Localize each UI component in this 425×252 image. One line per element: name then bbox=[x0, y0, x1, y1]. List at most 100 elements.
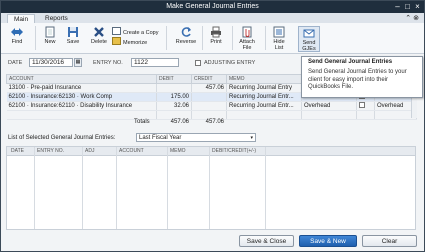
debit-cell[interactable] bbox=[156, 83, 192, 93]
memo-cell[interactable]: Recurring Journal Entr... bbox=[226, 92, 302, 102]
list-col-account[interactable]: ACCOUNT bbox=[119, 148, 144, 154]
memorize-icon bbox=[112, 37, 121, 45]
journal-entries-list: DATE ENTRY NO. ADJ ACCOUNT MEMO DEBIT/CR… bbox=[6, 146, 416, 230]
totals-label: Totals bbox=[134, 119, 150, 125]
delete-button[interactable]: Delete bbox=[88, 26, 110, 45]
close-tab-icon[interactable]: ⊗ bbox=[413, 15, 419, 22]
title-bar: Make General Journal Entries – □ × bbox=[1, 1, 424, 13]
send-envelope-icon bbox=[303, 29, 315, 38]
save-new-button[interactable]: Save & New bbox=[299, 235, 357, 247]
list-col-debit-credit[interactable]: DEBIT/CREDIT(+/-) bbox=[212, 148, 256, 154]
reverse-button[interactable]: Reverse bbox=[173, 26, 199, 45]
column-divider bbox=[209, 147, 210, 229]
send-gjes-button[interactable]: Send GJEs bbox=[298, 26, 320, 52]
column-divider bbox=[265, 147, 266, 229]
memo-cell[interactable]: Recurring Journal Entr... bbox=[226, 101, 302, 111]
save-label: Save bbox=[66, 39, 80, 45]
list-col-adj[interactable]: ADJ bbox=[85, 148, 94, 154]
tab-actions: ⌃ ⊗ bbox=[405, 14, 419, 22]
list-col-entry-no[interactable]: ENTRY NO. bbox=[37, 148, 64, 154]
ribbon-separator bbox=[265, 26, 266, 50]
print-button[interactable]: Print bbox=[207, 26, 225, 45]
window-title: Make General Journal Entries bbox=[166, 3, 259, 10]
list-col-memo[interactable]: MEMO bbox=[170, 148, 186, 154]
printer-icon bbox=[211, 26, 221, 38]
reverse-label: Reverse bbox=[175, 39, 197, 45]
hide-list-button[interactable]: Hide List bbox=[270, 26, 288, 51]
send-gjes-label: Send GJEs bbox=[302, 40, 316, 52]
date-label: DATE bbox=[8, 60, 23, 66]
tooltip-title: Send General Journal Entries bbox=[308, 59, 393, 65]
attach-file-button[interactable]: Attach File bbox=[237, 26, 257, 51]
debit-cell[interactable]: 32.06 bbox=[156, 101, 192, 111]
period-filter-value: Last Fiscal Year bbox=[139, 135, 182, 141]
maximize-button[interactable]: □ bbox=[403, 2, 412, 11]
list-col-date[interactable]: DATE bbox=[11, 148, 24, 154]
attach-file-label: Attach File bbox=[239, 39, 255, 51]
print-label: Print bbox=[210, 39, 222, 45]
collapse-ribbon-icon[interactable]: ⌃ bbox=[405, 15, 411, 22]
save-button[interactable]: Save bbox=[64, 26, 82, 45]
col-memo[interactable]: MEMO bbox=[226, 74, 302, 84]
journal-entries-window: Make General Journal Entries – □ × Main … bbox=[0, 0, 425, 252]
find-label: Find bbox=[11, 39, 23, 45]
tooltip-text: Send General Journal Entries to your cli… bbox=[308, 69, 407, 90]
find-arrows-icon bbox=[11, 28, 23, 36]
entry-no-field[interactable]: 1122 bbox=[131, 58, 179, 67]
credit-cell[interactable] bbox=[191, 92, 227, 102]
ribbon-toolbar: Find New Save Delete Create a Copy Memor… bbox=[1, 23, 424, 54]
adjusting-entry-label: ADJUSTING ENTRY bbox=[204, 60, 256, 66]
period-filter-select[interactable]: Last Fiscal Year ▾ bbox=[136, 133, 256, 142]
attach-paperclip-icon bbox=[242, 26, 252, 38]
list-header-row: DATE ENTRY NO. ADJ ACCOUNT MEMO DEBIT/CR… bbox=[7, 147, 415, 156]
new-label: New bbox=[44, 39, 56, 45]
create-copy-label: Create a Copy bbox=[123, 30, 159, 36]
column-divider bbox=[82, 147, 83, 229]
account-cell[interactable]: 13100 · Pre-paid Insurance bbox=[6, 83, 157, 93]
table-row[interactable]: 62100 · Insurance:62110 · Disability Ins… bbox=[6, 101, 417, 111]
delete-label: Delete bbox=[91, 39, 107, 45]
credit-cell[interactable] bbox=[191, 101, 227, 111]
create-copy-button[interactable]: Create a Copy bbox=[112, 27, 158, 37]
ribbon-separator bbox=[35, 26, 36, 50]
find-button[interactable]: Find bbox=[9, 26, 25, 45]
account-cell[interactable]: 62100 · Insurance:62130 · Work Comp bbox=[6, 92, 157, 102]
minimize-button[interactable]: – bbox=[393, 2, 402, 11]
copy-icon bbox=[112, 27, 121, 35]
new-document-icon bbox=[45, 26, 55, 38]
ribbon-separator bbox=[202, 26, 203, 50]
memo-cell[interactable]: Recurring Journal Entry bbox=[226, 83, 302, 93]
totals-row: Totals 457.06 457.06 bbox=[6, 119, 416, 127]
list-label: List of Selected General Journal Entries… bbox=[8, 135, 116, 141]
name-cell[interactable]: Overhead bbox=[301, 101, 357, 111]
billable-cell[interactable] bbox=[356, 101, 375, 111]
debit-cell[interactable]: 175.00 bbox=[156, 92, 192, 102]
hide-list-icon bbox=[273, 26, 285, 38]
adjusting-entry-checkbox[interactable] bbox=[195, 60, 201, 66]
reverse-arrow-icon bbox=[181, 27, 191, 37]
tab-reports[interactable]: Reports bbox=[39, 14, 74, 23]
hide-list-label: Hide List bbox=[273, 39, 285, 51]
total-credit: 457.06 bbox=[205, 119, 224, 125]
column-divider bbox=[167, 147, 168, 229]
save-close-button[interactable]: Save & Close bbox=[239, 235, 294, 247]
send-gjes-tooltip: Send General Journal Entries Send Genera… bbox=[301, 56, 423, 98]
date-field[interactable]: 11/30/2016 bbox=[29, 58, 73, 67]
clear-button[interactable]: Clear bbox=[362, 235, 417, 247]
col-debit[interactable]: DEBIT bbox=[156, 74, 192, 84]
total-debit: 457.06 bbox=[170, 119, 189, 125]
close-window-button[interactable]: × bbox=[413, 2, 422, 11]
column-divider bbox=[34, 147, 35, 229]
memorize-label: Memorize bbox=[123, 40, 148, 46]
col-account[interactable]: ACCOUNT bbox=[6, 74, 157, 84]
ribbon-separator bbox=[166, 26, 167, 50]
new-button[interactable]: New bbox=[41, 26, 59, 45]
credit-cell[interactable]: 457.06 bbox=[191, 83, 227, 93]
memorize-button[interactable]: Memorize bbox=[112, 37, 147, 47]
billable-checkbox[interactable] bbox=[359, 102, 365, 108]
chevron-down-icon: ▾ bbox=[250, 135, 253, 141]
column-divider bbox=[116, 147, 117, 229]
calendar-icon[interactable]: ▦ bbox=[74, 58, 82, 67]
col-credit[interactable]: CREDIT bbox=[191, 74, 227, 84]
account-cell[interactable]: 62100 · Insurance:62110 · Disability Ins… bbox=[6, 101, 157, 111]
